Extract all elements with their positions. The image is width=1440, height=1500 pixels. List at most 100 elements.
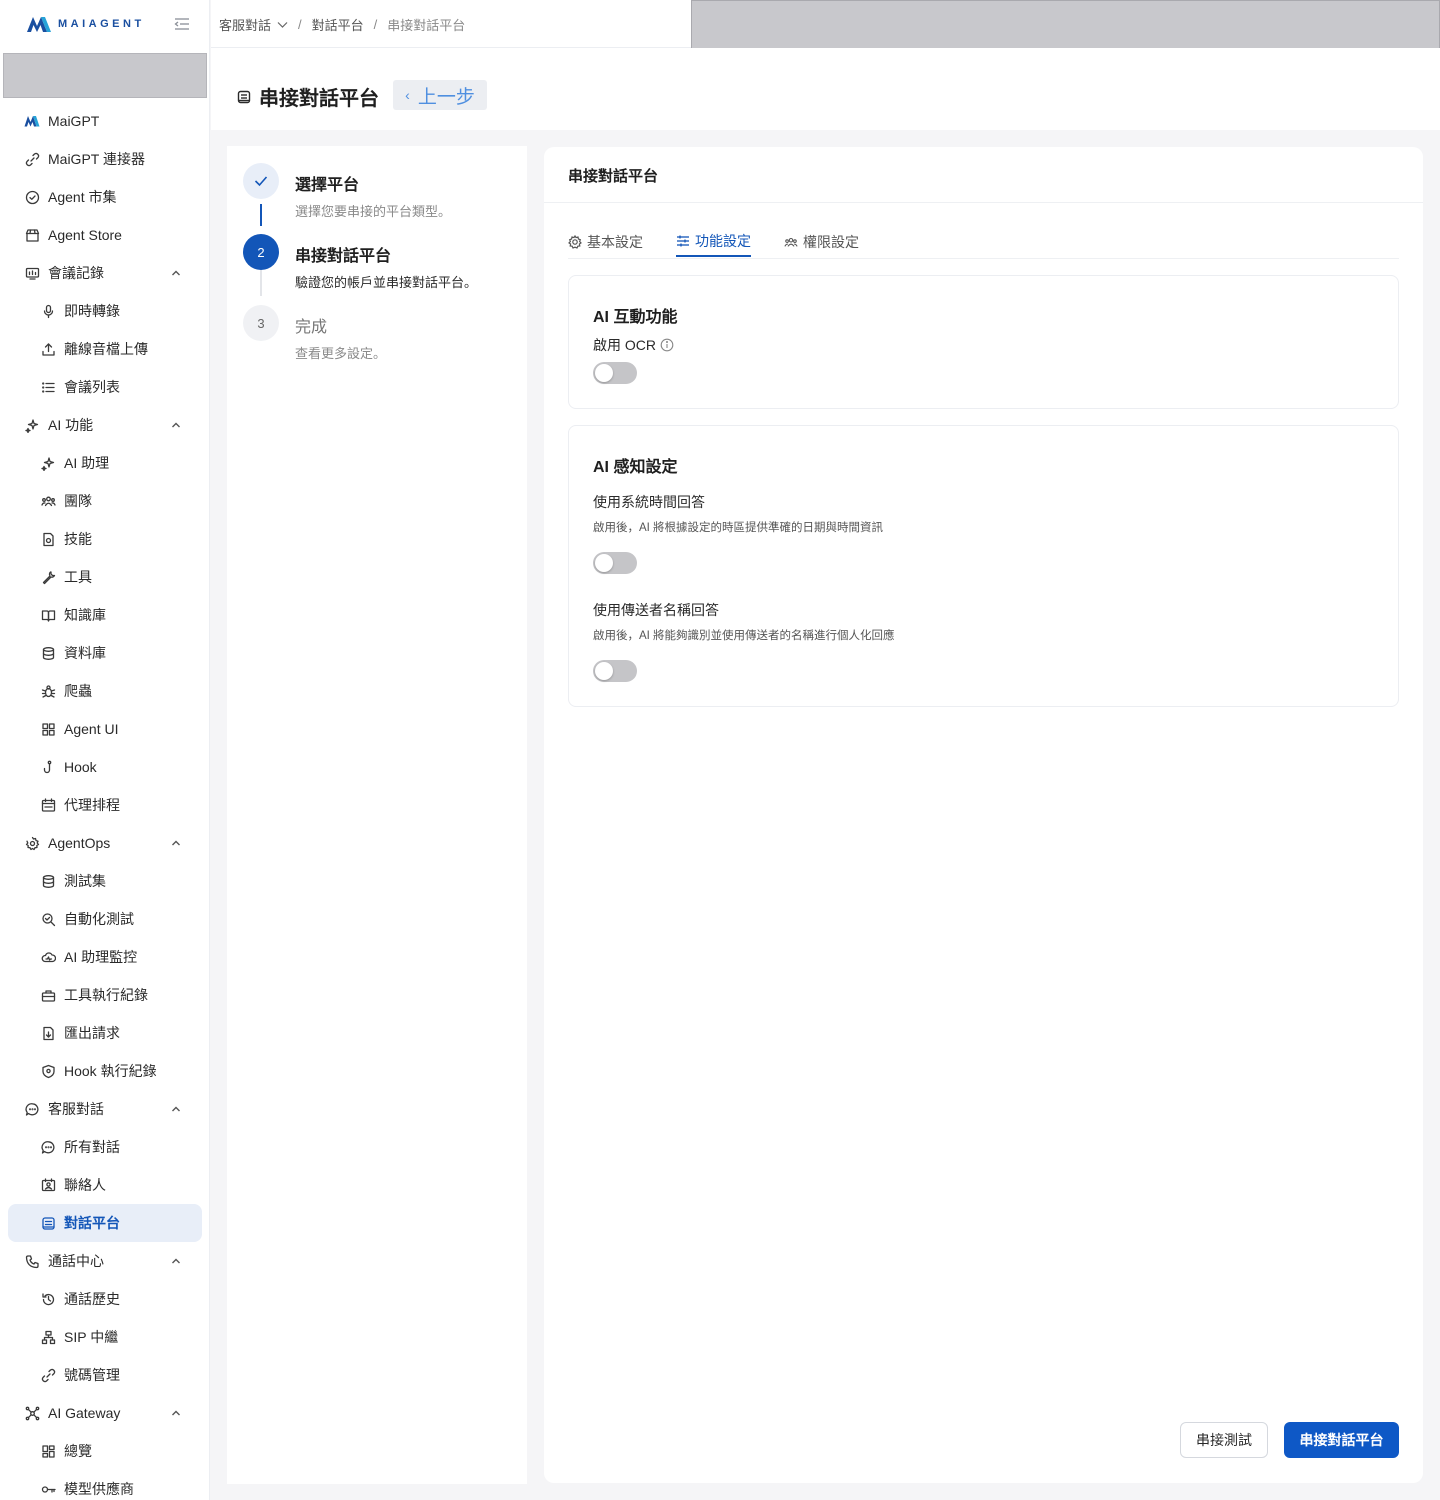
sidebar-item-label: 通話中心 bbox=[48, 1253, 104, 1269]
gear-icon bbox=[568, 235, 582, 249]
sidebar-item[interactable]: AI 功能 bbox=[8, 406, 202, 444]
tab-basic-settings[interactable]: 基本設定 bbox=[568, 227, 643, 257]
sidebar-item[interactable]: 測試集 bbox=[8, 862, 202, 900]
field-desc-sender-name: 啟用後，AI 將能夠識別並使用傳送者的名稱進行個人化回應 bbox=[593, 630, 895, 642]
chevron-up-icon[interactable] bbox=[170, 418, 182, 430]
tab-feature-settings[interactable]: 功能設定 bbox=[676, 227, 751, 257]
sidebar-item[interactable]: 所有對話 bbox=[8, 1128, 202, 1166]
page-title-text: 串接對話平台 bbox=[259, 88, 379, 110]
step-title: 串接對話平台 bbox=[295, 248, 392, 265]
chevron-down-icon[interactable] bbox=[277, 17, 288, 32]
sidebar-item[interactable]: 代理排程 bbox=[8, 786, 202, 824]
sidebar-item-label: 聯絡人 bbox=[64, 1177, 106, 1193]
tab-label: 功能設定 bbox=[695, 233, 751, 249]
database-icon bbox=[40, 645, 56, 661]
hub-icon bbox=[24, 1405, 40, 1421]
sidebar-item[interactable]: 客服對話 bbox=[8, 1090, 202, 1128]
sidebar-item-label: AI Gateway bbox=[48, 1405, 121, 1421]
sidebar-item[interactable]: 通話中心 bbox=[8, 1242, 202, 1280]
sidebar-item[interactable]: AI 助理 bbox=[8, 444, 202, 482]
chevron-up-icon[interactable] bbox=[170, 1102, 182, 1114]
sidebar-item[interactable]: AI 助理監控 bbox=[8, 938, 202, 976]
sidebar-item[interactable]: 模型供應商 bbox=[8, 1470, 202, 1500]
badge-check-icon bbox=[24, 189, 40, 205]
wrench-icon bbox=[40, 569, 56, 585]
sidebar-item[interactable]: 自動化測試 bbox=[8, 900, 202, 938]
chevron-up-icon[interactable] bbox=[170, 266, 182, 278]
sidebar-item[interactable]: 工具執行紀錄 bbox=[8, 976, 202, 1014]
sidebar-item[interactable]: 對話平台 bbox=[8, 1204, 202, 1242]
sidebar-item[interactable]: Hook bbox=[8, 748, 202, 786]
logo[interactable]: MAIAGENT bbox=[0, 0, 209, 48]
step-desc: 選擇您要串接的平台類型。 bbox=[295, 204, 452, 219]
settings-card: 串接對話平台 基本設定 功能設定 權限設定 AI 互動功能 啟用 OCR AI … bbox=[544, 147, 1423, 1483]
sidebar-nav: MaiGPT MaiGPT 連接器 Agent 市集 Agent Store 會議記錄即… bbox=[8, 102, 202, 1500]
sidebar-item[interactable]: 團隊 bbox=[8, 482, 202, 520]
sidebar-item[interactable]: 會議記錄 bbox=[8, 254, 202, 292]
sidebar: MAIAGENT MaiGPT MaiGPT 連接器 Agent 市集 Agent S… bbox=[0, 0, 210, 1500]
step-number: 3 bbox=[243, 305, 279, 341]
sidebar-item-label: 號碼管理 bbox=[64, 1367, 120, 1383]
export-file-icon bbox=[40, 1025, 56, 1041]
breadcrumb-separator: / bbox=[373, 17, 378, 32]
chevron-up-icon[interactable] bbox=[170, 1406, 182, 1418]
sidebar-item[interactable]: MaiGPT 連接器 bbox=[8, 140, 202, 178]
sidebar-item[interactable]: AgentOps bbox=[8, 824, 202, 862]
connect-platform-button[interactable]: 串接對話平台 bbox=[1284, 1422, 1399, 1458]
test-connection-button[interactable]: 串接測試 bbox=[1180, 1422, 1268, 1458]
chevron-up-icon[interactable] bbox=[170, 1254, 182, 1266]
toggle-knob bbox=[595, 554, 613, 572]
sidebar-item[interactable]: 技能 bbox=[8, 520, 202, 558]
back-button-label: 上一步 bbox=[417, 86, 475, 108]
sidebar-item[interactable]: 總覽 bbox=[8, 1432, 202, 1470]
system-time-toggle[interactable] bbox=[593, 552, 637, 574]
sidebar-item[interactable]: 資料庫 bbox=[8, 634, 202, 672]
sidebar-item[interactable]: SIP 中繼 bbox=[8, 1318, 202, 1356]
tab-permission-settings[interactable]: 權限設定 bbox=[784, 227, 859, 257]
sidebar-item[interactable]: Agent 市集 bbox=[8, 178, 202, 216]
sidebar-item[interactable]: 聯絡人 bbox=[8, 1166, 202, 1204]
toggle-knob bbox=[595, 662, 613, 680]
sidebar-item[interactable]: 即時轉錄 bbox=[8, 292, 202, 330]
sidebar-item[interactable]: 知識庫 bbox=[8, 596, 202, 634]
step-number: 2 bbox=[243, 234, 279, 270]
info-icon[interactable] bbox=[660, 338, 674, 352]
field-label-sender-name: 使用傳送者名稱回答 bbox=[593, 602, 719, 618]
back-button[interactable]: ‹ 上一步 bbox=[393, 80, 487, 110]
sender-name-toggle[interactable] bbox=[593, 660, 637, 682]
sidebar-item[interactable]: Hook 執行紀錄 bbox=[8, 1052, 202, 1090]
tab-label: 基本設定 bbox=[587, 234, 643, 250]
breadcrumb-item-platform[interactable]: 對話平台 bbox=[312, 15, 364, 34]
platform-icon bbox=[40, 1215, 56, 1231]
breadcrumb-item-current: 串接對話平台 bbox=[387, 18, 466, 33]
step-title: 選擇平台 bbox=[295, 177, 360, 194]
field-label-ocr: 啟用 OCR bbox=[593, 335, 674, 355]
sidebar-item[interactable]: 離線音檔上傳 bbox=[8, 330, 202, 368]
sidebar-item-label: AI 助理監控 bbox=[64, 949, 138, 965]
ocr-toggle[interactable] bbox=[593, 362, 637, 384]
team-icon bbox=[40, 493, 56, 509]
sidebar-item[interactable]: Agent Store bbox=[8, 216, 202, 254]
sidebar-item[interactable]: 會議列表 bbox=[8, 368, 202, 406]
chevron-up-icon[interactable] bbox=[170, 836, 182, 848]
sidebar-item-label: 代理排程 bbox=[64, 797, 120, 813]
history-icon bbox=[40, 1291, 56, 1307]
sidebar-item-label: AgentOps bbox=[48, 835, 111, 851]
sidebar-item[interactable]: 爬蟲 bbox=[8, 672, 202, 710]
sidebar-item[interactable]: 號碼管理 bbox=[8, 1356, 202, 1394]
search-check-icon bbox=[40, 911, 56, 927]
sidebar-item[interactable]: AI Gateway bbox=[8, 1394, 202, 1432]
step-connector bbox=[260, 204, 262, 226]
sidebar-item[interactable]: 通話歷史 bbox=[8, 1280, 202, 1318]
skill-file-icon bbox=[40, 531, 56, 547]
sidebar-item[interactable]: Agent UI bbox=[8, 710, 202, 748]
sparkles-icon bbox=[24, 417, 40, 433]
chat-icon bbox=[40, 1139, 56, 1155]
section-title: AI 感知設定 bbox=[593, 459, 678, 476]
collapse-menu-icon[interactable] bbox=[172, 14, 192, 34]
sidebar-item[interactable]: 工具 bbox=[8, 558, 202, 596]
sidebar-item[interactable]: 匯出請求 bbox=[8, 1014, 202, 1052]
breadcrumb-item-service[interactable]: 客服對話 bbox=[219, 15, 271, 34]
tab-label: 權限設定 bbox=[803, 234, 859, 250]
sidebar-item[interactable]: MaiGPT bbox=[8, 102, 202, 140]
